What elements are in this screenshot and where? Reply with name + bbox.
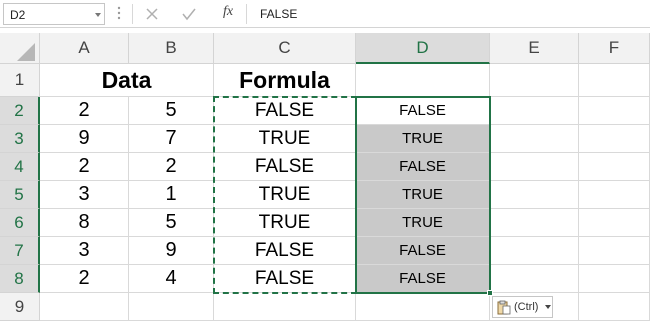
cell-b8[interactable]: 4	[129, 265, 214, 293]
cell-a6[interactable]: 8	[40, 209, 129, 237]
cell-a1-data-header[interactable]: Data	[40, 64, 214, 97]
name-box[interactable]: D2	[3, 3, 105, 25]
cell-d9[interactable]	[356, 293, 490, 321]
formula-input[interactable]: FALSE	[248, 3, 650, 25]
cell-a7[interactable]: 3	[40, 237, 129, 265]
cell-d1[interactable]	[356, 64, 490, 97]
cell-b7[interactable]: 9	[129, 237, 214, 265]
cell-e1[interactable]	[490, 64, 579, 97]
cell-b3[interactable]: 7	[129, 125, 214, 153]
cell-e3[interactable]	[490, 125, 579, 153]
row-header-7[interactable]: 7	[0, 237, 40, 265]
cell-f1[interactable]	[579, 64, 650, 97]
row-header-9[interactable]: 9	[0, 293, 40, 321]
row-header-3[interactable]: 3	[0, 125, 40, 153]
paste-icon	[497, 300, 511, 315]
cell-f6[interactable]	[579, 209, 650, 237]
cell-f7[interactable]	[579, 237, 650, 265]
row-header-6[interactable]: 6	[0, 209, 40, 237]
row-header-8[interactable]: 8	[0, 265, 40, 293]
cell-a3[interactable]: 9	[40, 125, 129, 153]
cell-f4[interactable]	[579, 153, 650, 181]
row-header-4[interactable]: 4	[0, 153, 40, 181]
cell-e2[interactable]	[490, 97, 579, 125]
cell-e7[interactable]	[490, 237, 579, 265]
row-header-5[interactable]: 5	[0, 181, 40, 209]
select-all-corner[interactable]	[0, 33, 40, 64]
grip-dots-icon	[117, 6, 121, 20]
formula-bar-divider	[132, 4, 133, 24]
column-header-e[interactable]: E	[490, 33, 579, 64]
cell-f9[interactable]	[579, 293, 650, 321]
cell-f5[interactable]	[579, 181, 650, 209]
column-header-f[interactable]: F	[579, 33, 650, 64]
chevron-down-icon[interactable]	[92, 9, 104, 21]
formula-input-value: FALSE	[260, 7, 298, 21]
cell-c1-formula-header[interactable]: Formula	[214, 64, 356, 97]
cell-b2[interactable]: 5	[129, 97, 214, 125]
formula-bar: D2 fx FALSE	[0, 0, 650, 28]
column-header-a[interactable]: A	[40, 33, 129, 64]
column-header-c[interactable]: C	[214, 33, 356, 64]
cell-b4[interactable]: 2	[129, 153, 214, 181]
cell-e4[interactable]	[490, 153, 579, 181]
enter-icon[interactable]	[181, 6, 197, 22]
cell-f3[interactable]	[579, 125, 650, 153]
cancel-icon[interactable]	[144, 6, 160, 22]
cell-a8[interactable]: 2	[40, 265, 129, 293]
row-header-1[interactable]: 1	[0, 64, 40, 97]
chevron-down-icon	[545, 305, 551, 309]
cell-b5[interactable]: 1	[129, 181, 214, 209]
cell-e8[interactable]	[490, 265, 579, 293]
column-header-b[interactable]: B	[129, 33, 214, 64]
cell-a4[interactable]: 2	[40, 153, 129, 181]
cell-b9[interactable]	[129, 293, 214, 321]
cell-c9[interactable]	[214, 293, 356, 321]
cell-e5[interactable]	[490, 181, 579, 209]
name-box-value: D2	[10, 8, 26, 22]
row-header-2[interactable]: 2	[0, 97, 40, 125]
cell-b6[interactable]: 5	[129, 209, 214, 237]
formula-input-divider	[246, 4, 247, 24]
insert-function-icon[interactable]: fx	[219, 4, 237, 24]
cell-a2[interactable]: 2	[40, 97, 129, 125]
paste-options-label: (Ctrl)	[514, 301, 539, 313]
cell-f2[interactable]	[579, 97, 650, 125]
selection-range-border	[355, 96, 491, 294]
select-all-triangle-icon	[17, 43, 35, 61]
cell-a5[interactable]: 3	[40, 181, 129, 209]
cell-a9[interactable]	[40, 293, 129, 321]
cell-f8[interactable]	[579, 265, 650, 293]
copy-marquee	[213, 96, 357, 294]
paste-options-button[interactable]: (Ctrl)	[492, 296, 553, 318]
column-header-d[interactable]: D	[356, 33, 490, 64]
cell-e6[interactable]	[490, 209, 579, 237]
